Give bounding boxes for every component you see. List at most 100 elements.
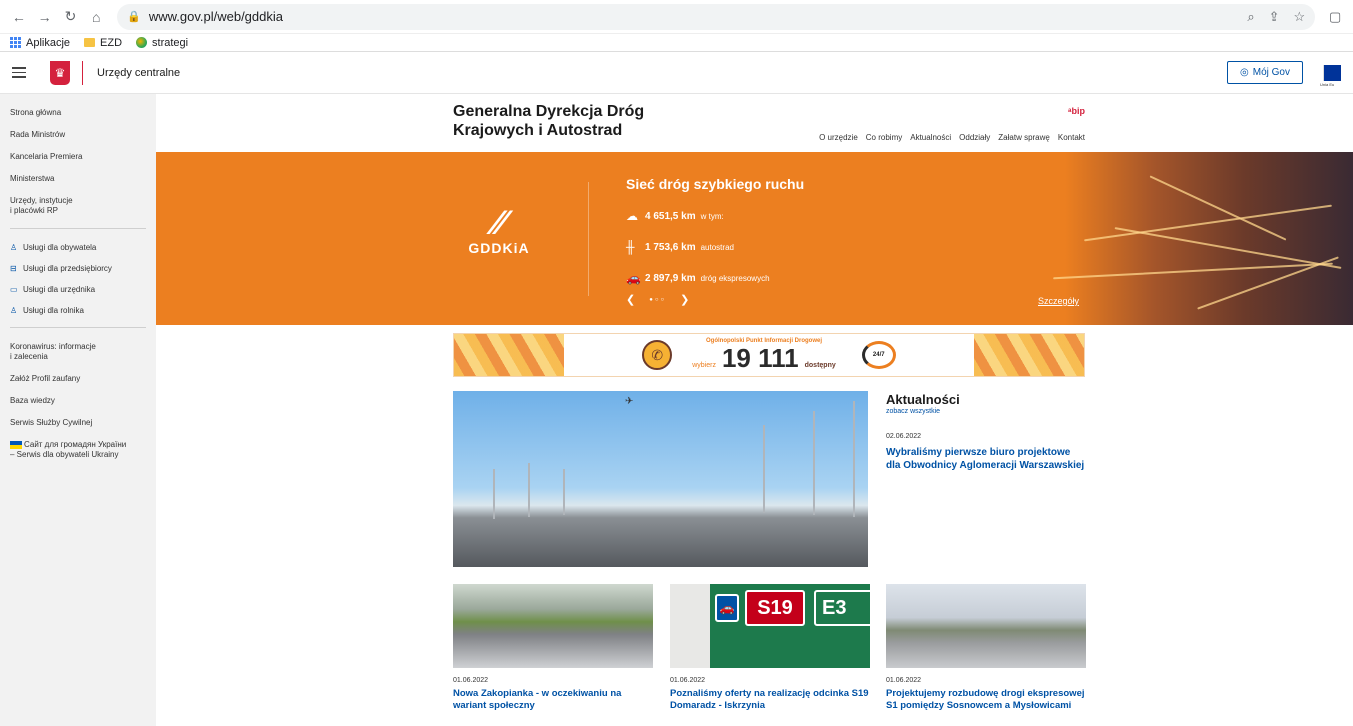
sidebar-item-home[interactable]: Strona główna bbox=[10, 108, 146, 118]
sidebar-item-covid[interactable]: Koronawirus: informacje i zalecenia bbox=[10, 342, 146, 362]
news-tile: 01.06.2022 Projektujemy rozbudowę drogi … bbox=[886, 584, 1086, 712]
news-tile-date: 01.06.2022 bbox=[453, 677, 489, 684]
featured-news-image[interactable]: ✈ bbox=[453, 391, 868, 567]
sidebar-item-knowledge-base[interactable]: Baza wiedzy bbox=[10, 396, 146, 406]
sidepanel-icon[interactable]: ▢ bbox=[1325, 8, 1345, 26]
stat-expressways: 🚗 2 897,9 km dróg ekspresowych bbox=[626, 271, 770, 285]
bookmark-ezd[interactable]: EZD bbox=[84, 37, 122, 49]
hero-banner: ⁄⁄ GDDKiA Sieć dróg szybkiego ruchu ☁ 4 … bbox=[156, 152, 1353, 325]
person-icon: ♙ bbox=[10, 243, 18, 252]
bip-link[interactable]: ᵃbip bbox=[1068, 106, 1085, 116]
gddkia-logo-icon: ⁄⁄ bbox=[493, 204, 505, 242]
forward-icon[interactable]: → bbox=[34, 6, 56, 28]
news-tile-link[interactable]: Nowa Zakopianka - w oczekiwaniu na waria… bbox=[453, 688, 653, 712]
nav-what-we-do[interactable]: Co robimy bbox=[866, 133, 902, 142]
nav-about[interactable]: O urzędzie bbox=[819, 133, 858, 142]
org-header: Generalna Dyrekcja Dróg Krajowych i Auto… bbox=[453, 102, 1085, 152]
road-sign-s19: S19 bbox=[745, 590, 805, 626]
lock-icon: 🔒 bbox=[127, 11, 141, 23]
eu-flag-icon[interactable]: Unia Eu bbox=[1320, 64, 1341, 87]
news-tile: 🚗 S19 E3 01.06.2022 Poznaliśmy oferty na… bbox=[670, 584, 870, 712]
sidebar-item-business[interactable]: ⊟ Usługi dla przedsiębiorcy bbox=[10, 264, 146, 273]
motorway-icon: ╫ bbox=[626, 240, 635, 254]
reload-icon[interactable]: ↻ bbox=[60, 6, 82, 28]
sidebar-divider bbox=[10, 327, 146, 328]
road-sign-e: E3 bbox=[814, 590, 870, 626]
stat-motorways: ╫ 1 753,6 km autostrad bbox=[626, 240, 734, 254]
sidebar-item-ministries[interactable]: Ministerstwa bbox=[10, 174, 146, 184]
sidebar-item-official[interactable]: ▭ Usługi dla urzędnika bbox=[10, 285, 146, 294]
star-icon[interactable]: ☆ bbox=[1294, 9, 1306, 25]
ad-text: Ogólnopolski Punkt Informacji Drogowej w… bbox=[692, 338, 836, 373]
id-card-icon: ▭ bbox=[10, 285, 18, 294]
carousel-prev-icon[interactable]: ❮ bbox=[626, 293, 635, 306]
bookmarks-bar: Aplikacje EZD strategi bbox=[0, 34, 1353, 52]
carousel-controls: ❮ ●○○ ❯ bbox=[626, 293, 689, 306]
news-tile-image[interactable] bbox=[453, 584, 653, 668]
featured-news-link[interactable]: Wybraliśmy pierwsze biuro projektowe dla… bbox=[886, 446, 1086, 472]
news-tile-date: 01.06.2022 bbox=[886, 677, 922, 684]
person-icon: ♙ bbox=[10, 306, 18, 315]
main-content: Generalna Dyrekcja Dróg Krajowych i Auto… bbox=[156, 94, 1353, 726]
zoom-icon[interactable]: ⌕ bbox=[1247, 9, 1254, 25]
sidebar: Strona główna Rada Ministrów Kancelaria … bbox=[0, 94, 156, 726]
news-heading: Aktualności bbox=[886, 392, 960, 407]
globe-icon bbox=[136, 37, 148, 48]
news-tile-image[interactable] bbox=[886, 584, 1086, 668]
sidebar-item-offices[interactable]: Urzędy, instytucje i placówki RP bbox=[10, 196, 146, 216]
header-divider bbox=[82, 60, 83, 85]
share-icon[interactable]: ⇪ bbox=[1269, 9, 1280, 25]
back-icon[interactable]: ← bbox=[8, 6, 30, 28]
banner-divider bbox=[588, 182, 589, 296]
gddkia-logo[interactable]: ⁄⁄ GDDKiA bbox=[453, 206, 545, 256]
gov-header: ♛ Urzędy centralne ◎ Mój Gov Unia Eu bbox=[0, 52, 1353, 94]
sidebar-item-citizen[interactable]: ♙ Usługi dla obywatela bbox=[10, 243, 146, 252]
carousel-next-icon[interactable]: ❯ bbox=[680, 293, 689, 306]
news-tile-link[interactable]: Projektujemy rozbudowę drogi ekspresowej… bbox=[886, 688, 1086, 712]
clock-247-icon: 24/7 bbox=[861, 341, 896, 369]
poland-map-icon: ☁ bbox=[626, 209, 638, 223]
nav-contact[interactable]: Kontakt bbox=[1058, 133, 1085, 142]
address-bar[interactable]: 🔒 www.gov.pl/web/gddkia ⌕ ⇪ ☆ bbox=[117, 3, 1316, 30]
nav-news[interactable]: Aktualności bbox=[910, 133, 951, 142]
sidebar-item-trusted-profile[interactable]: Załóż Profil zaufany bbox=[10, 374, 146, 384]
sidebar-item-chancellery[interactable]: Kancelaria Premiera bbox=[10, 152, 146, 162]
sidebar-divider bbox=[10, 228, 146, 229]
featured-news-date: 02.06.2022 bbox=[886, 433, 922, 440]
poland-emblem-icon[interactable]: ♛ bbox=[50, 60, 70, 85]
see-all-news-link[interactable]: zobacz wszystkie bbox=[886, 408, 1086, 415]
road-info-ad-banner[interactable]: ✆ Ogólnopolski Punkt Informacji Drogowej… bbox=[453, 333, 1085, 377]
ukraine-flag-icon bbox=[10, 440, 22, 449]
stat-total: ☁ 4 651,5 km w tym: bbox=[626, 209, 724, 223]
apps-grid-icon bbox=[10, 37, 21, 48]
moj-gov-button[interactable]: ◎ Mój Gov bbox=[1227, 61, 1303, 84]
carousel-dots[interactable]: ●○○ bbox=[649, 297, 666, 303]
news-tile-image[interactable]: 🚗 S19 E3 bbox=[670, 584, 870, 668]
news-tile-link[interactable]: Poznaliśmy oferty na realizację odcinka … bbox=[670, 688, 870, 712]
browser-toolbar: ← → ↻ ⌂ 🔒 www.gov.pl/web/gddkia ⌕ ⇪ ☆ ▢ bbox=[0, 0, 1353, 34]
nav-branches[interactable]: Oddziały bbox=[959, 133, 990, 142]
bookmark-strategi[interactable]: strategi bbox=[136, 37, 188, 49]
sidebar-item-ukraine[interactable]: Сайт для громадян України – Serwis dla o… bbox=[10, 440, 146, 460]
folder-icon bbox=[84, 38, 96, 47]
hamburger-menu-icon[interactable] bbox=[12, 67, 26, 78]
ad-pattern-right bbox=[974, 334, 1084, 376]
bookmark-apps[interactable]: Aplikacje bbox=[10, 37, 70, 49]
org-nav: O urzędzie Co robimy Aktualności Oddział… bbox=[819, 133, 1085, 142]
nav-services[interactable]: Załatw sprawę bbox=[998, 133, 1050, 142]
gov-section-title[interactable]: Urzędy centralne bbox=[97, 67, 180, 79]
news-tile: 01.06.2022 Nowa Zakopianka - w oczekiwan… bbox=[453, 584, 653, 712]
details-link[interactable]: Szczegóły bbox=[1038, 296, 1079, 306]
sidebar-item-farmer[interactable]: ♙ Usługi dla rolnika bbox=[10, 306, 146, 315]
home-icon[interactable]: ⌂ bbox=[85, 6, 107, 28]
car-sign-icon: 🚗 bbox=[715, 594, 739, 622]
ad-number: 19 111 bbox=[721, 343, 799, 373]
briefcase-icon: ⊟ bbox=[10, 264, 17, 273]
url-text: www.gov.pl/web/gddkia bbox=[148, 9, 283, 24]
news-tile-date: 01.06.2022 bbox=[670, 677, 706, 684]
banner-title: Sieć dróg szybkiego ruchu bbox=[626, 176, 805, 192]
car-icon: 🚗 bbox=[626, 271, 641, 285]
sidebar-item-civil-service[interactable]: Serwis Służby Cywilnej bbox=[10, 418, 146, 428]
sidebar-item-council[interactable]: Rada Ministrów bbox=[10, 130, 146, 140]
user-circle-icon: ◎ bbox=[1240, 67, 1249, 78]
